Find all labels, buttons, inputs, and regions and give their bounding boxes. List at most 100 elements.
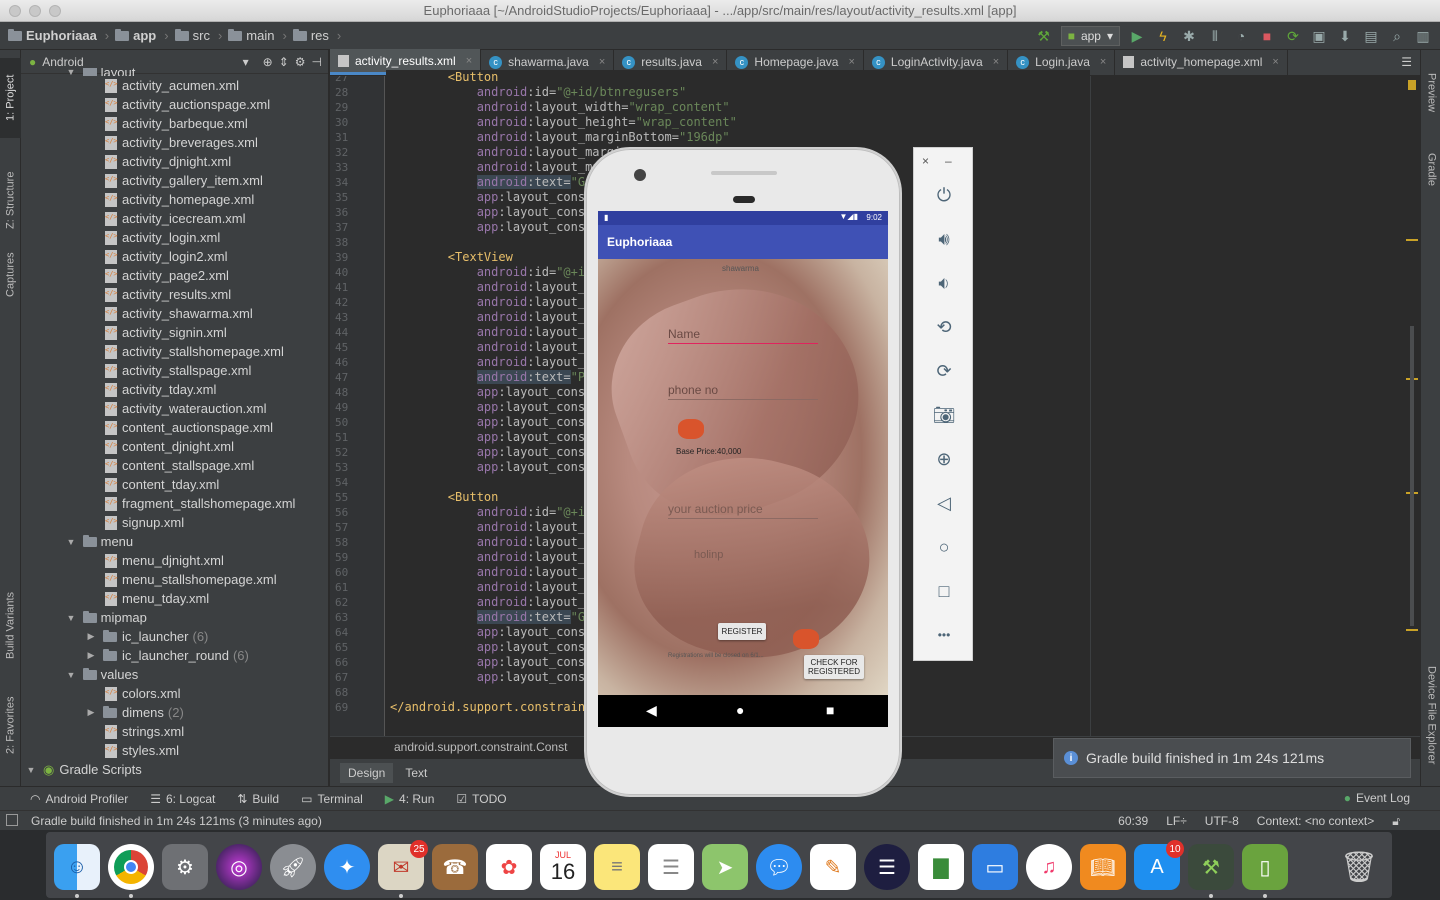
app-store-icon[interactable]: A 10	[1134, 840, 1184, 890]
reminders-icon[interactable]: ☰	[648, 844, 694, 890]
check-registered-button[interactable]: CHECK FOR REGISTERED	[804, 655, 864, 679]
tree-folder-mipmap-item[interactable]: ▶ ic_launcher_round (6)	[21, 646, 328, 665]
tool-window-profiler[interactable]: ◠ Android Profiler	[30, 792, 128, 806]
device-monitor-icon[interactable]: ▤	[1362, 27, 1380, 45]
close-tab-icon[interactable]: ×	[1272, 56, 1278, 68]
tree-file[interactable]: activity_signin.xml	[21, 323, 328, 342]
tool-window-build[interactable]: ⇅ Build	[237, 792, 279, 806]
sdk-manager-icon[interactable]: ⬇	[1336, 27, 1354, 45]
vertical-scrollbar[interactable]	[1410, 326, 1414, 626]
tool-window-run[interactable]: ▶ 4: Run	[385, 792, 435, 806]
tree-file[interactable]: activity_waterauction.xml	[21, 399, 328, 418]
system-preferences-icon[interactable]: ⚙	[162, 844, 208, 890]
tab-project[interactable]: 1: Project	[0, 58, 21, 138]
overview-icon[interactable]: ■	[826, 702, 834, 718]
music-icon[interactable]: ♫	[1026, 844, 1072, 890]
home-icon[interactable]: ○	[929, 532, 959, 562]
breadcrumb-main[interactable]: main ›	[228, 28, 287, 43]
caret-position[interactable]: 60:39	[1118, 814, 1148, 829]
zoom-icon[interactable]: ⊕	[929, 444, 959, 474]
camera-icon[interactable]: 📷︎	[929, 400, 959, 430]
attach-debugger-icon[interactable]: ◔	[1232, 27, 1250, 45]
tree-file[interactable]: content_stallspage.xml	[21, 456, 328, 475]
rotate-left-icon[interactable]: ⟲	[929, 312, 959, 342]
tree-gradle-scripts[interactable]: ▼ ◉ Gradle Scripts	[21, 760, 328, 779]
rotate-right-icon[interactable]: ⟳	[929, 356, 959, 386]
phone-screen[interactable]: ▮ ▼◢▮ 9:02 Euphoriaaa shawarma Name phon…	[598, 211, 888, 727]
more-options-button[interactable]: •••	[929, 620, 959, 650]
tab-captures[interactable]: Captures	[0, 240, 21, 310]
search-icon[interactable]: ⌕	[1388, 27, 1406, 45]
tab-gradle[interactable]: Gradle	[1421, 140, 1440, 200]
profile-icon[interactable]: ⫴	[1206, 27, 1224, 45]
tree-file[interactable]: activity_barbeque.xml	[21, 114, 328, 133]
tab-structure[interactable]: Z: Structure	[0, 145, 21, 255]
tree-values-item[interactable]: styles.xml	[21, 741, 328, 760]
contacts-icon[interactable]: ☎	[432, 844, 478, 890]
mail-icon[interactable]: ✉ 25	[378, 840, 428, 898]
tree-folder-values[interactable]: ▼ values	[21, 665, 328, 684]
lock-icon[interactable]: 🔓︎	[1392, 814, 1400, 829]
apply-changes-icon[interactable]: ϟ	[1154, 27, 1172, 45]
tree-file[interactable]: menu_stallshomepage.xml	[21, 570, 328, 589]
home-icon[interactable]: ●	[736, 702, 744, 718]
tree-file[interactable]: menu_tday.xml	[21, 589, 328, 608]
books-icon[interactable]: 📖︎	[1080, 844, 1126, 890]
build-notification[interactable]: i Gradle build finished in 1m 24s 121ms	[1053, 738, 1411, 778]
back-icon[interactable]: ◁	[929, 488, 959, 518]
tree-file[interactable]: menu_djnight.xml	[21, 551, 328, 570]
tree-values-item[interactable]: ▶ dimens (2)	[21, 703, 328, 722]
back-icon[interactable]: ◀	[646, 702, 657, 719]
tab-design[interactable]: Design	[340, 762, 394, 783]
keynote-icon[interactable]: ▭	[972, 844, 1018, 890]
tree-file[interactable]: activity_icecream.xml	[21, 209, 328, 228]
tree-file[interactable]: content_auctionspage.xml	[21, 418, 328, 437]
tree-values-item[interactable]: colors.xml	[21, 684, 328, 703]
tree-file[interactable]: activity_gallery_item.xml	[21, 171, 328, 190]
line-separator[interactable]: LF÷	[1166, 814, 1187, 829]
tree-file[interactable]: activity_breverages.xml	[21, 133, 328, 152]
tree-file[interactable]: activity_homepage.xml	[21, 190, 328, 209]
hide-panel-icon[interactable]: ⊣	[312, 55, 322, 69]
notes-icon[interactable]: ≡	[594, 844, 640, 890]
run-configuration-select[interactable]: ■ app ▾	[1060, 26, 1120, 46]
auction-price-input[interactable]: your auction price	[668, 502, 763, 516]
avd-manager-icon[interactable]: ▣	[1310, 27, 1328, 45]
numbers-icon[interactable]: ▇	[918, 844, 964, 890]
emulator-minimize-button[interactable]: –	[945, 154, 952, 168]
tree-folder-mipmap[interactable]: ▼ mipmap	[21, 608, 328, 627]
tab-list-icon[interactable]: ☰	[1393, 49, 1420, 75]
tree-file[interactable]: content_tday.xml	[21, 475, 328, 494]
sync-gradle-icon[interactable]: ⟳	[1284, 27, 1302, 45]
android-emulator-icon[interactable]: ▯	[1242, 844, 1288, 898]
tree-file[interactable]: activity_tday.xml	[21, 380, 328, 399]
siri-icon[interactable]: ◎	[216, 844, 262, 890]
run-icon[interactable]: ▶	[1128, 27, 1146, 45]
phone-input[interactable]: phone no	[668, 383, 718, 397]
tree-file[interactable]: activity_page2.xml	[21, 266, 328, 285]
tree-file[interactable]: signup.xml	[21, 513, 328, 532]
breadcrumb-app[interactable]: app ›	[115, 28, 169, 43]
messages-icon[interactable]: 💬︎	[756, 844, 802, 890]
safari-icon[interactable]: ✦	[324, 844, 370, 890]
tree-file[interactable]: activity_stallspage.xml	[21, 361, 328, 380]
tree-file[interactable]: activity_shawarma.xml	[21, 304, 328, 323]
tree-file[interactable]: fragment_stallshomepage.xml	[21, 494, 328, 513]
eclipse-icon[interactable]: ☰	[864, 844, 910, 890]
status-toggle-icon[interactable]	[6, 814, 18, 826]
tree-file[interactable]: activity_djnight.xml	[21, 152, 328, 171]
tree-file[interactable]: activity_login.xml	[21, 228, 328, 247]
warning-marker[interactable]	[1408, 80, 1416, 90]
stop-icon[interactable]: ■	[1258, 27, 1276, 45]
chrome-icon[interactable]	[108, 844, 154, 898]
emulator-close-button[interactable]: ×	[922, 154, 929, 168]
tab-device-file-explorer[interactable]: Device File Explorer	[1421, 650, 1440, 780]
tab-favorites[interactable]: 2: Favorites	[0, 690, 21, 760]
tool-window-todo[interactable]: ☑ TODO	[456, 792, 506, 806]
close-tab-icon[interactable]: ×	[466, 55, 472, 67]
register-button[interactable]: REGISTER	[718, 623, 766, 640]
maps-icon[interactable]: ➤	[702, 844, 748, 890]
settings-icon[interactable]: ⚙	[295, 55, 306, 69]
event-log-button[interactable]: ● Event Log	[1344, 791, 1410, 805]
pages-icon[interactable]: ✎	[810, 844, 856, 890]
